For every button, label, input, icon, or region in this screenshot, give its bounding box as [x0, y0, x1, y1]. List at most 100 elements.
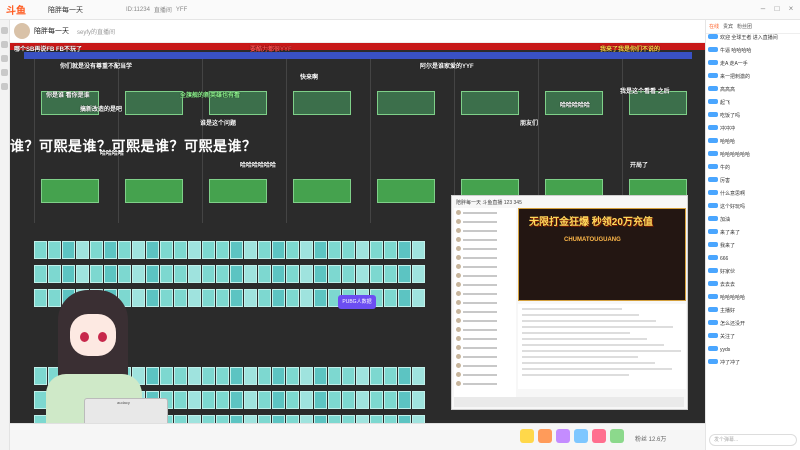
gift-icon[interactable] [574, 429, 588, 443]
pip-viewer-row[interactable] [454, 334, 516, 343]
hero-portrait [370, 367, 383, 385]
maximize-icon[interactable]: □ [772, 4, 782, 14]
tab-vip[interactable]: 贵宾 [723, 23, 733, 30]
pip-toolbar[interactable] [454, 397, 684, 407]
chat-message[interactable]: 高高高 [706, 86, 800, 99]
chat-message[interactable]: 666 [706, 255, 800, 268]
tab-fans[interactable]: 粉丝团 [737, 23, 752, 30]
nav-tag[interactable]: YFF [176, 7, 187, 13]
chat-message[interactable]: 哈哈哈 [706, 138, 800, 151]
pip-viewer-row[interactable] [454, 262, 516, 271]
chat-message[interactable]: 怎么还没开 [706, 320, 800, 333]
chat-message[interactable]: 厉害 [706, 177, 800, 190]
chat-message[interactable]: 走A 走A一手 [706, 60, 800, 73]
chat-message[interactable]: 欢迎 全球王者 进入直播间 [706, 34, 800, 47]
chat-message[interactable]: 起飞 [706, 99, 800, 112]
chat-message[interactable]: 冲了冲了 [706, 359, 800, 372]
close-icon[interactable]: × [786, 4, 796, 14]
chat-message[interactable]: 关注了 [706, 333, 800, 346]
chat-message[interactable]: 主播好 [706, 307, 800, 320]
streamer-avatar[interactable] [14, 23, 30, 39]
pip-viewer-row[interactable] [454, 316, 516, 325]
minimize-icon[interactable]: – [758, 4, 768, 14]
hero-portrait [398, 367, 411, 385]
hero-portrait [132, 241, 145, 259]
pip-viewer-row[interactable] [454, 379, 516, 388]
streamer-name[interactable]: 陪胖每一天 [34, 26, 69, 36]
gift-icon[interactable] [592, 429, 606, 443]
pip-viewer-row[interactable] [454, 217, 516, 226]
pip-viewer-row[interactable] [454, 298, 516, 307]
video-icon[interactable] [1, 83, 8, 90]
pip-viewer-row[interactable] [454, 289, 516, 298]
app-logo[interactable]: 斗鱼 [6, 2, 46, 17]
chat-message[interactable]: 哈哈哈哈哈 [706, 294, 800, 307]
pip-ad-banner[interactable]: 无限打金狂爆 秒领20万充值 CHUMATOUGUANG [518, 208, 686, 301]
gift-icon[interactable] [520, 429, 534, 443]
pip-viewer-row[interactable] [454, 352, 516, 361]
user-badge [708, 294, 718, 299]
chat-message[interactable]: 加油 [706, 216, 800, 229]
chat-message[interactable]: 冲冲冲 [706, 125, 800, 138]
chat-message[interactable]: 牛逼 哈哈哈哈 [706, 47, 800, 60]
chat-message[interactable]: yyds [706, 346, 800, 359]
chat-message-text: 牛逼 哈哈哈哈 [720, 48, 752, 54]
chat-message[interactable]: 吃饭了吗 [706, 112, 800, 125]
hero-portrait [132, 265, 145, 283]
pip-viewer-row[interactable] [454, 208, 516, 217]
hero-portrait [230, 415, 243, 423]
user-badge [708, 268, 718, 273]
pip-message-line [522, 332, 630, 334]
viewer-avatar [456, 273, 461, 278]
tab-online[interactable]: 在线 [709, 23, 719, 30]
chat-message[interactable]: 这个好玩吗 [706, 203, 800, 216]
hero-portrait [328, 367, 341, 385]
pip-viewer-row[interactable] [454, 307, 516, 316]
chat-message[interactable]: 我来了 [706, 242, 800, 255]
pip-viewer-row[interactable] [454, 280, 516, 289]
pip-viewer-row[interactable] [454, 343, 516, 352]
chat-message[interactable]: 牛的 [706, 164, 800, 177]
pip-window[interactable]: 陪胖每一天 斗鱼直播 123 345 无限打金狂爆 秒领20万充值 CHUMAT… [451, 195, 688, 410]
category-icon[interactable] [1, 55, 8, 62]
hero-portrait [160, 367, 173, 385]
user-badge [708, 216, 718, 221]
pip-viewer-row[interactable] [454, 235, 516, 244]
hero-portrait [300, 289, 313, 307]
pip-viewer-row[interactable] [454, 271, 516, 280]
gift-icon[interactable] [610, 429, 624, 443]
danmaku-text: 你们就是没有尊重不配当学 [60, 64, 133, 70]
pubg-data-button[interactable]: PUBG人数据 [338, 295, 376, 309]
pip-viewer-row[interactable] [454, 325, 516, 334]
chat-message[interactable]: 来一把刺激的 [706, 73, 800, 86]
hero-portrait [104, 265, 117, 283]
home-icon[interactable] [1, 27, 8, 34]
pip-viewer-row[interactable] [454, 370, 516, 379]
pip-viewer-row[interactable] [454, 253, 516, 262]
hero-portrait [174, 391, 187, 409]
hero-portrait [342, 391, 355, 409]
chat-message[interactable]: 来了来了 [706, 229, 800, 242]
pip-viewer-row[interactable] [454, 361, 516, 370]
hero-portrait [272, 391, 285, 409]
hero-portrait [300, 391, 313, 409]
hero-portrait [216, 415, 229, 423]
chat-message[interactable]: 好家伙 [706, 268, 800, 281]
chat-input[interactable]: 发个弹幕... [709, 434, 797, 446]
game-icon[interactable] [1, 69, 8, 76]
pip-viewer-row[interactable] [454, 226, 516, 235]
left-sidebar [0, 20, 10, 450]
chat-message[interactable]: 哈哈哈哈哈哈 [706, 151, 800, 164]
chat-message[interactable]: 去去去 [706, 281, 800, 294]
gift-icon[interactable] [556, 429, 570, 443]
pip-viewer-row[interactable] [454, 244, 516, 253]
viewer-avatar [456, 237, 461, 242]
gift-icon[interactable] [538, 429, 552, 443]
hero-portrait [216, 265, 229, 283]
follow-icon[interactable] [1, 41, 8, 48]
hero-portrait [258, 415, 271, 423]
chat-message[interactable]: 什么意思啊 [706, 190, 800, 203]
viewer-avatar [456, 300, 461, 305]
nav-room-link[interactable]: 直播间 [154, 5, 172, 14]
vtuber-face [70, 314, 116, 356]
